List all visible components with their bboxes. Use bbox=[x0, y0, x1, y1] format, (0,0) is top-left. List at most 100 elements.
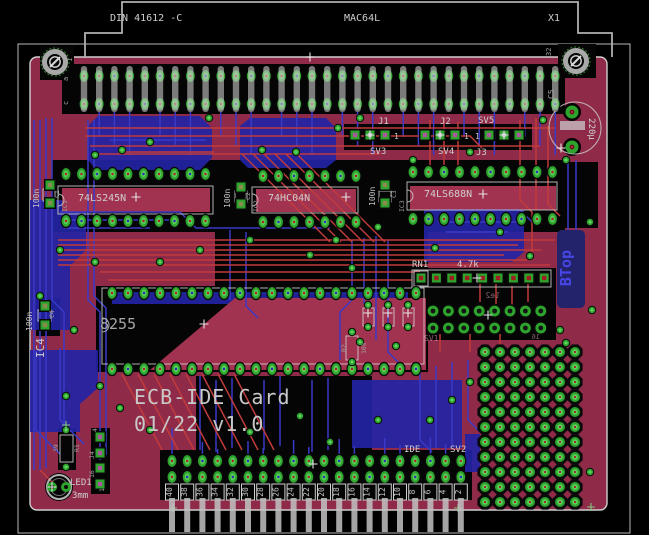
pcb-graphic bbox=[523, 309, 528, 314]
label-c3-designator: C3 bbox=[390, 190, 398, 198]
pcb-graphic bbox=[465, 276, 469, 280]
pcb-graphic bbox=[499, 411, 501, 413]
pcb-graphic bbox=[589, 471, 592, 474]
pcb-graphic bbox=[215, 498, 221, 532]
pcb-graphic bbox=[520, 171, 522, 173]
pcb-graphic bbox=[559, 366, 561, 368]
din-connector-x1[interactable]: DIN 41612 -C MAC64L X1 bbox=[85, 2, 612, 57]
pcb-graphic bbox=[275, 498, 281, 532]
pcb-graphic bbox=[324, 66, 330, 112]
pcb-graphic bbox=[446, 309, 451, 314]
pcb-graphic bbox=[248, 66, 254, 112]
pcb-graphic bbox=[351, 361, 354, 364]
pcb-graphic bbox=[560, 121, 585, 130]
label-j4: J4 bbox=[88, 451, 96, 459]
pcb-graphic bbox=[544, 366, 546, 368]
pcb-graphic bbox=[382, 498, 388, 532]
pcb-graphic bbox=[458, 171, 460, 173]
pcb-graphic bbox=[186, 476, 188, 478]
pcb-graphic bbox=[559, 396, 561, 398]
pcb-graphic bbox=[505, 218, 507, 220]
pcb-editor-canvas[interactable]: DIN 41612 -C MAC64L X1 1 32 a c 74LS245N… bbox=[0, 0, 649, 535]
label-c4-value: 100n bbox=[25, 312, 34, 331]
ide-pin-number: 18 bbox=[332, 487, 341, 497]
label-j4-top: 4 bbox=[91, 428, 99, 432]
board[interactable] bbox=[30, 44, 607, 512]
pcb-graphic bbox=[271, 368, 273, 370]
pcb-graphic bbox=[574, 456, 576, 458]
pcb-graphic bbox=[336, 498, 342, 532]
label-connector-designator: X1 bbox=[548, 13, 560, 24]
pcb-graphic bbox=[484, 486, 486, 488]
btop-text: BTop bbox=[557, 250, 575, 286]
pcb-graphic bbox=[529, 366, 531, 368]
pcb-graphic bbox=[508, 309, 513, 314]
label-r1: R1 bbox=[73, 444, 81, 452]
pcb-graphic bbox=[574, 426, 576, 428]
din-connector-outline bbox=[85, 2, 612, 57]
pcb-graphic bbox=[529, 501, 531, 503]
pcb-graphic bbox=[239, 368, 241, 370]
pcb-graphic bbox=[434, 247, 437, 250]
pcb-graphic bbox=[187, 66, 193, 112]
pcb-graphic bbox=[173, 220, 175, 222]
pcb-graphic bbox=[367, 304, 370, 307]
pcb-graphic bbox=[461, 66, 467, 112]
pcb-graphic bbox=[223, 368, 225, 370]
label-c2-value: 100n bbox=[223, 189, 232, 208]
label-din-pin32: 32 bbox=[545, 48, 553, 56]
pcb-graphic bbox=[309, 66, 315, 112]
pcb-graphic bbox=[367, 498, 373, 532]
pcb-graphic bbox=[232, 460, 234, 462]
label-ic2-part: 74HC04N bbox=[268, 193, 310, 204]
pcb-graphic bbox=[98, 435, 102, 439]
pcb-graphic bbox=[529, 255, 532, 258]
label-ic2-designator: IC2 bbox=[252, 200, 260, 212]
pcb-graphic bbox=[262, 175, 264, 177]
pcb-graphic bbox=[529, 381, 531, 383]
pcb-graphic bbox=[477, 326, 482, 331]
pcb-graphic bbox=[249, 239, 252, 242]
ide-pin-number: 8 bbox=[408, 489, 417, 494]
pcb-graphic bbox=[233, 66, 239, 112]
pcb-graphic bbox=[127, 173, 129, 175]
pcb-graphic bbox=[294, 66, 300, 112]
pcb-graphic bbox=[407, 304, 410, 307]
pcb-graphic bbox=[499, 471, 501, 473]
pcb-graphic bbox=[427, 171, 429, 173]
pcb-graphic bbox=[414, 460, 416, 462]
label-connector-type: DIN 41612 -C bbox=[110, 13, 182, 24]
pcb-graphic bbox=[517, 133, 521, 137]
pcb-graphic bbox=[216, 460, 218, 462]
pcb-graphic bbox=[415, 368, 417, 370]
pcb-graphic bbox=[387, 304, 390, 307]
label-r2: R2 bbox=[340, 344, 348, 352]
pcb-graphic bbox=[354, 66, 360, 112]
pcb-graphic bbox=[293, 175, 295, 177]
pcb-graphic bbox=[559, 471, 561, 473]
pcb-graphic bbox=[529, 396, 531, 398]
pcb-graphic bbox=[73, 329, 76, 332]
pcb-graphic bbox=[574, 396, 576, 398]
pcb-graphic bbox=[544, 411, 546, 413]
pcb-graphic bbox=[278, 66, 284, 112]
pcb-graphic bbox=[427, 218, 429, 220]
pcb-graphic bbox=[324, 221, 326, 223]
pcb-graphic bbox=[338, 476, 340, 478]
pcb-graphic bbox=[127, 220, 129, 222]
pcb-graphic bbox=[514, 381, 516, 383]
pcb-graphic bbox=[484, 381, 486, 383]
pcb-graphic bbox=[303, 368, 305, 370]
board-view[interactable]: DIN 41612 -C MAC64L X1 1 32 a c 74LS245N… bbox=[0, 0, 649, 535]
pcb-graphic bbox=[65, 173, 67, 175]
label-din-row-c: c bbox=[62, 101, 70, 105]
pcb-graphic bbox=[207, 368, 209, 370]
label-r1-value: 39 bbox=[52, 444, 60, 452]
pcb-graphic bbox=[232, 476, 234, 478]
pcb-graphic bbox=[295, 151, 298, 154]
pcb-graphic bbox=[544, 351, 546, 353]
pcb-graphic bbox=[499, 231, 502, 234]
pcb-graphic bbox=[559, 426, 561, 428]
pcb-graphic bbox=[565, 342, 568, 345]
label-j1-pin1: 1 bbox=[394, 132, 399, 141]
